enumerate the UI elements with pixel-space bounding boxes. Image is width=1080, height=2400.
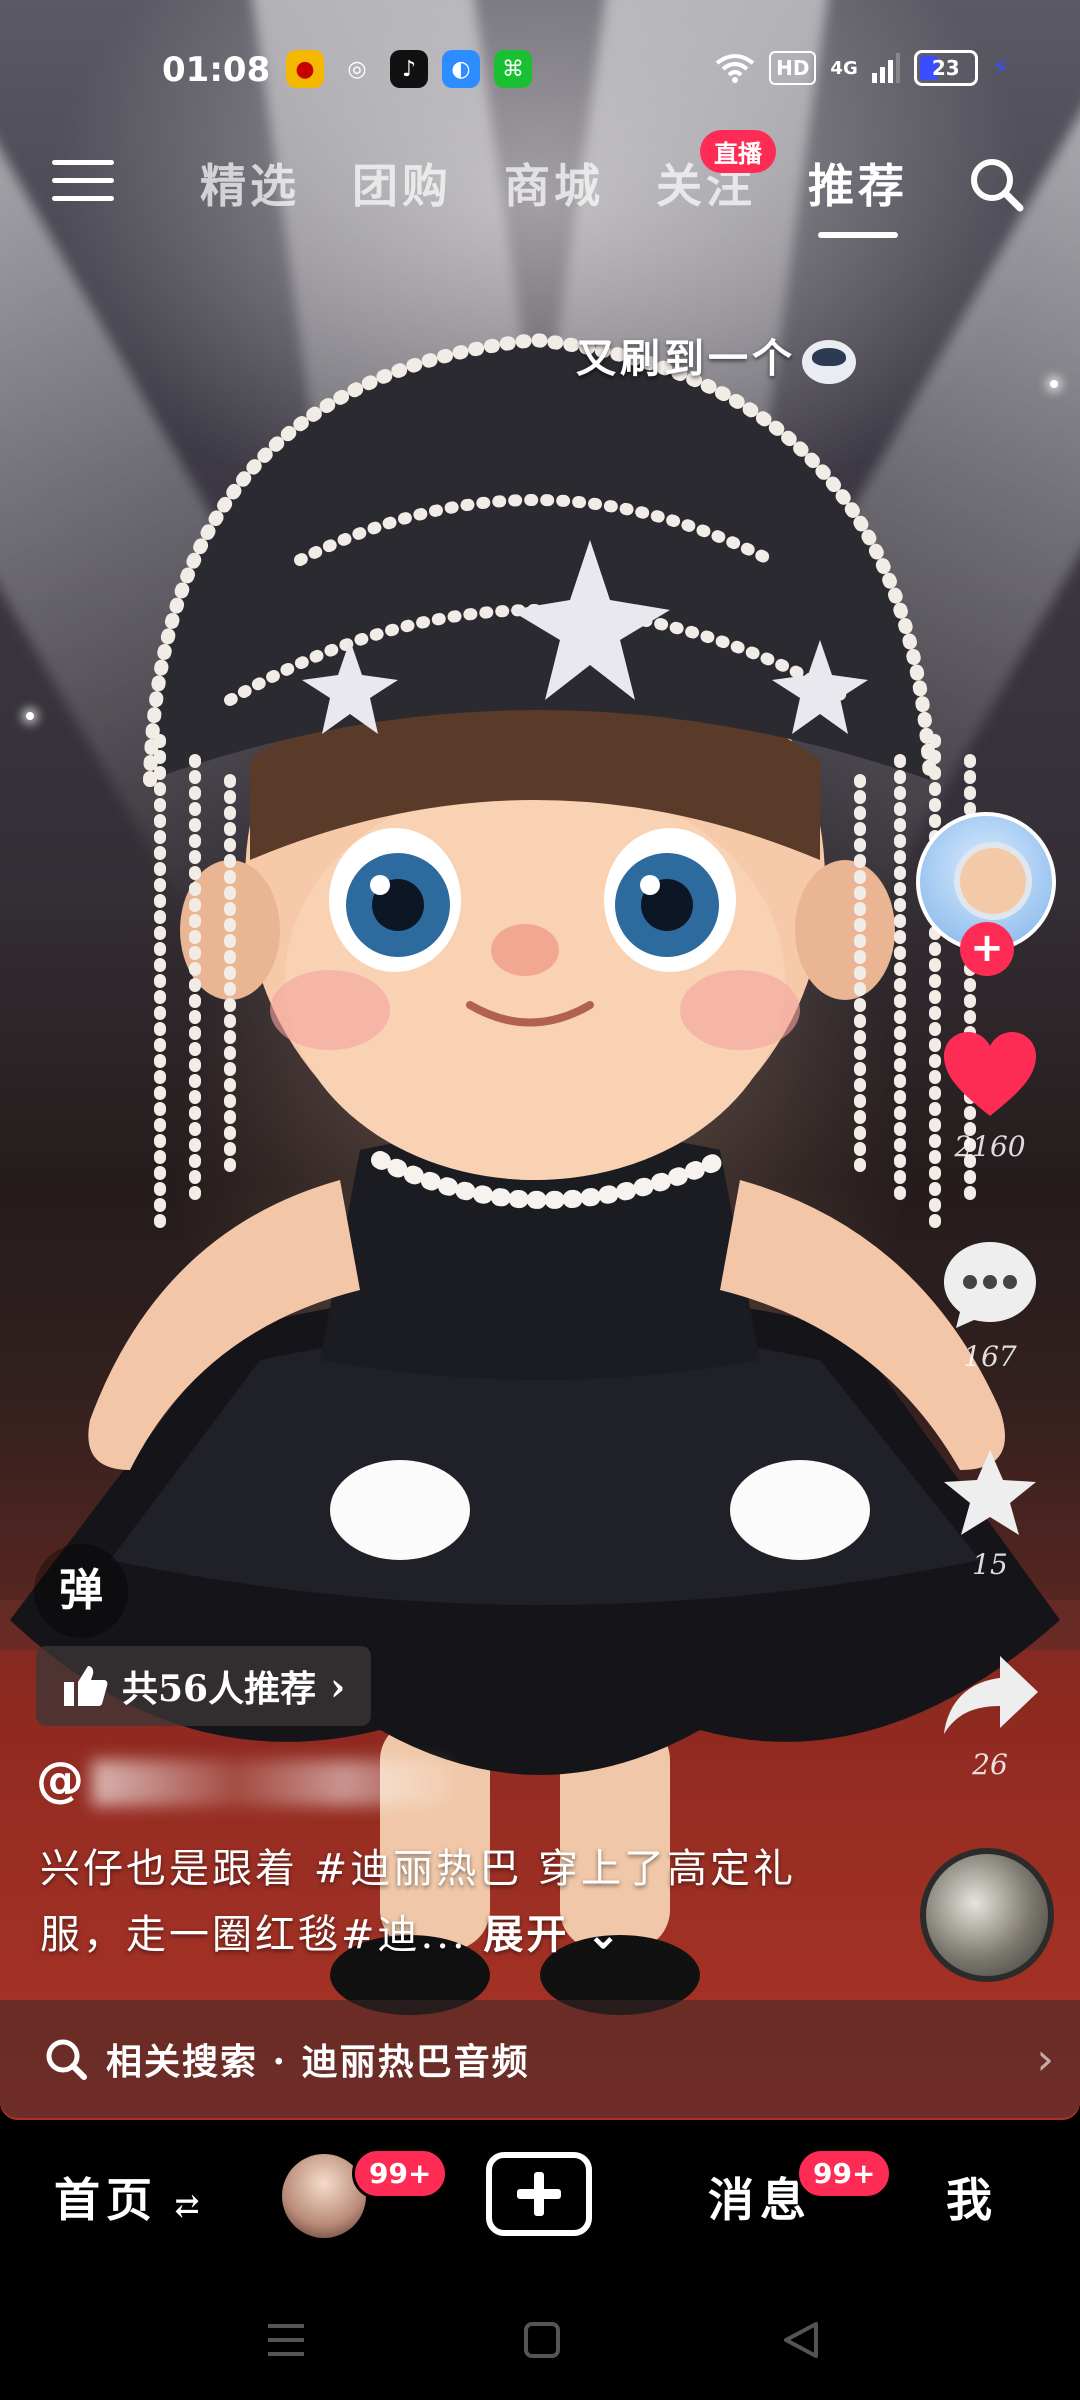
comment-count: 167 [963, 1340, 1017, 1373]
favorite-count: 15 [972, 1548, 1008, 1581]
home-icon[interactable] [522, 2320, 562, 2360]
search-small-icon [46, 2039, 87, 2080]
app-green-icon: ⌘ [494, 50, 532, 88]
friends-badge: 99+ [352, 2148, 449, 2199]
status-app-icons: ● ◎ ♪ ◐ ⌘ [286, 50, 532, 88]
nav-home[interactable]: 首页 ⇄ [54, 2164, 206, 2230]
tab-group-buy[interactable]: 团购 [352, 150, 452, 216]
avatar-image [954, 842, 1032, 920]
network-type: 4G [830, 57, 858, 79]
hd-indicator: HD [769, 51, 817, 85]
tiktok-icon: ♪ [390, 50, 428, 88]
like-count: 2160 [954, 1130, 1026, 1163]
blurred-author-name [92, 1760, 452, 1806]
penguin-emoji-icon [802, 340, 856, 384]
back-icon[interactable] [780, 2320, 820, 2360]
tab-recommended[interactable]: 推荐 [808, 150, 908, 238]
share-icon [944, 1656, 1038, 1734]
system-nav-bar [0, 2280, 1080, 2400]
status-indicators: HD 4G 23 ⚡ [715, 50, 1010, 86]
live-badge[interactable]: 直播 [700, 130, 776, 173]
video-caption[interactable]: 兴仔也是跟着 #迪丽热巴 穿上了高定礼服，走一圈红毯#迪... 展开 ⌄ [40, 1836, 820, 1968]
author-name[interactable]: @ [36, 1752, 452, 1808]
app-blue-icon: ◐ [442, 50, 480, 88]
swap-icon: ⇄ [158, 2189, 206, 2224]
battery-indicator: 23 [913, 50, 978, 86]
nav-home-label: 首页 [54, 2173, 158, 2227]
search-icon[interactable] [968, 156, 1024, 212]
recents-icon[interactable] [264, 2320, 308, 2360]
status-time: 01:08 [162, 50, 271, 90]
create-post-button[interactable] [486, 2152, 592, 2236]
author-at: @ [36, 1752, 84, 1808]
recommend-text: 共56人推荐 [122, 1668, 317, 1710]
star-icon [944, 1450, 1036, 1535]
thumbs-up-icon [64, 1666, 108, 1706]
expand-link[interactable]: 展开 ⌄ [483, 1911, 622, 1958]
related-search-bar[interactable]: 相关搜索 · 迪丽热巴音频 › [0, 2000, 1080, 2118]
expand-label: 展开 [483, 1911, 570, 1958]
comment-icon [944, 1242, 1036, 1328]
wechat-icon: ◎ [347, 56, 367, 82]
favorite-button[interactable]: 15 [920, 1446, 1060, 1581]
heart-icon [944, 1032, 1036, 1116]
caption-text: 兴仔也是跟着 #迪丽热巴 穿上了高定礼服，走一圈红毯#迪... [40, 1846, 796, 1958]
nav-me-label: 我 [946, 2173, 998, 2227]
chevron-right-icon: › [1036, 2033, 1054, 2085]
comment-button[interactable]: 167 [920, 1238, 1060, 1373]
chevron-right-icon: › [330, 1663, 346, 1709]
danmu-toggle-button[interactable]: 弹 [34, 1544, 128, 1638]
toast-message: 又刷到一个 [576, 326, 856, 384]
wifi-icon [715, 54, 755, 83]
share-button[interactable]: 26 [920, 1652, 1060, 1781]
music-disc[interactable] [920, 1848, 1054, 1982]
follow-button[interactable]: + [960, 922, 1014, 976]
battery-level: 23 [931, 56, 960, 80]
signal-icon [871, 53, 900, 83]
related-search-text: 相关搜索 · 迪丽热巴音频 [106, 2041, 530, 2083]
tab-featured[interactable]: 精选 [200, 150, 300, 216]
chevron-down-icon: ⌄ [586, 1911, 623, 1958]
messages-badge: 99+ [796, 2148, 893, 2199]
tab-mall[interactable]: 商城 [504, 150, 604, 216]
like-button[interactable]: 2160 [920, 1030, 1060, 1163]
share-count: 26 [972, 1748, 1008, 1781]
top-tabs: 精选 团购 商城 关注 推荐 [200, 150, 908, 238]
weibo-icon: ● [286, 50, 324, 88]
charging-icon: ⚡ [991, 53, 1010, 83]
recommend-bar[interactable]: 共56人推荐 › [36, 1646, 372, 1726]
status-bar: 01:08 ● ◎ ♪ ◐ ⌘ HD 4G 23 ⚡ [0, 0, 1080, 140]
toast-text: 又刷到一个 [576, 335, 796, 382]
menu-icon[interactable] [52, 160, 114, 214]
nav-me[interactable]: 我 [946, 2164, 998, 2230]
